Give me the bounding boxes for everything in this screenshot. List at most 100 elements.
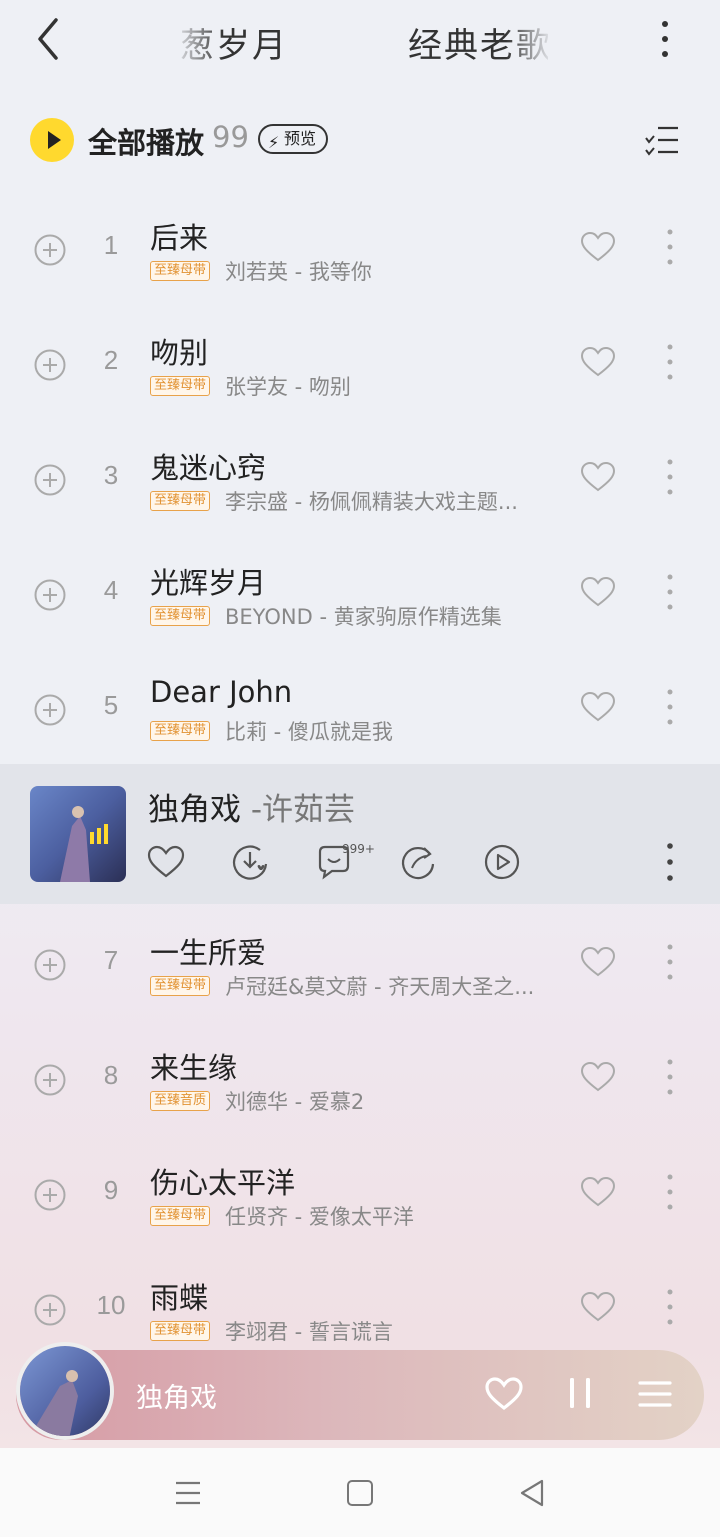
song-row[interactable]: 2 吻别 至臻母带 张学友 - 吻别 bbox=[0, 330, 720, 445]
play-all-icon[interactable] bbox=[30, 118, 74, 162]
song-row[interactable]: 4 光辉岁月 至臻母带 BEYOND - 黄家驹原作精选集 bbox=[0, 560, 720, 675]
system-back-icon[interactable] bbox=[518, 1478, 546, 1508]
preview-button[interactable]: ⚡ 预览 bbox=[258, 124, 329, 154]
now-playing-artist: -许茹芸 bbox=[250, 792, 356, 828]
tab-right[interactable]: 经典老歌 bbox=[408, 18, 548, 67]
mini-player-cover[interactable] bbox=[16, 1342, 114, 1440]
song-artist-album: 张学友 - 吻别 bbox=[225, 375, 351, 399]
now-playing-title: 独角戏 -许茹芸 bbox=[148, 784, 355, 829]
quality-badge: 至臻音质 bbox=[150, 1091, 211, 1111]
song-more-icon[interactable] bbox=[662, 1172, 678, 1212]
quality-badge: 至臻母带 bbox=[150, 376, 211, 396]
quality-badge: 至臻母带 bbox=[150, 1206, 211, 1226]
song-index: 9 bbox=[103, 1175, 119, 1205]
system-nav-bar bbox=[0, 1448, 720, 1537]
song-row[interactable]: 7 一生所爱 至臻母带 卢冠廷&莫文蔚 - 齐天周大圣之... bbox=[0, 930, 720, 1045]
download-icon[interactable] bbox=[230, 842, 270, 882]
top-bar: 葱岁月 经典老歌 bbox=[0, 0, 720, 80]
heart-icon[interactable] bbox=[580, 1291, 616, 1323]
quality-badge: 至臻母带 bbox=[150, 491, 211, 511]
song-index: 2 bbox=[103, 345, 119, 375]
song-artist-album: 任贤齐 - 爱像太平洋 bbox=[225, 1205, 414, 1229]
add-to-playlist-icon[interactable] bbox=[34, 579, 66, 611]
song-more-icon[interactable] bbox=[662, 1287, 678, 1327]
home-icon[interactable] bbox=[347, 1480, 373, 1506]
song-artist-album: 卢冠廷&莫文蔚 - 齐天周大圣之... bbox=[225, 975, 535, 999]
now-playing-more-icon[interactable] bbox=[656, 842, 684, 882]
song-more-icon[interactable] bbox=[662, 942, 678, 982]
heart-icon[interactable] bbox=[580, 1061, 616, 1093]
add-to-playlist-icon[interactable] bbox=[34, 694, 66, 726]
like-icon[interactable] bbox=[146, 842, 186, 882]
song-index: 8 bbox=[103, 1060, 119, 1090]
song-artist-album: 李翊君 - 誓言谎言 bbox=[225, 1320, 393, 1344]
comment-count: 999+ bbox=[342, 842, 375, 856]
heart-icon[interactable] bbox=[580, 946, 616, 978]
quality-badge: 至臻母带 bbox=[150, 976, 211, 996]
now-playing-song: 独角戏 bbox=[148, 792, 241, 828]
pause-icon[interactable] bbox=[566, 1376, 594, 1410]
heart-icon[interactable] bbox=[580, 231, 616, 263]
add-to-playlist-icon[interactable] bbox=[34, 1294, 66, 1326]
heart-icon[interactable] bbox=[580, 1176, 616, 1208]
add-to-playlist-icon[interactable] bbox=[34, 464, 66, 496]
song-more-icon[interactable] bbox=[662, 342, 678, 382]
song-index: 5 bbox=[103, 690, 119, 720]
video-icon[interactable] bbox=[482, 842, 522, 882]
song-title: 光辉岁月 bbox=[150, 566, 267, 600]
mini-player[interactable]: 独角戏 bbox=[16, 1342, 704, 1440]
quality-badge: 至臻母带 bbox=[150, 606, 211, 626]
back-arrow-icon[interactable] bbox=[30, 14, 70, 64]
share-icon[interactable] bbox=[398, 842, 438, 882]
song-more-icon[interactable] bbox=[662, 227, 678, 267]
song-row[interactable]: 8 来生缘 至臻音质 刘德华 - 爱慕2 bbox=[0, 1045, 720, 1160]
song-title: 伤心太平洋 bbox=[150, 1166, 296, 1200]
song-row[interactable]: 9 伤心太平洋 至臻母带 任贤齐 - 爱像太平洋 bbox=[0, 1160, 720, 1275]
song-title: Dear John bbox=[150, 675, 293, 709]
multi-select-icon[interactable] bbox=[644, 122, 680, 158]
song-title: 吻别 bbox=[150, 336, 209, 370]
album-cover[interactable] bbox=[30, 786, 126, 882]
now-playing-row[interactable]: 独角戏 -许茹芸 999+ bbox=[0, 764, 720, 904]
quality-badge: 至臻母带 bbox=[150, 261, 211, 281]
song-row[interactable]: 3 鬼迷心窍 至臻母带 李宗盛 - 杨佩佩精装大戏主题... bbox=[0, 445, 720, 560]
song-more-icon[interactable] bbox=[662, 1057, 678, 1097]
song-count: 99 bbox=[212, 120, 249, 154]
song-row[interactable]: 1 后来 至臻母带 刘若英 - 我等你 bbox=[0, 215, 720, 330]
heart-icon[interactable] bbox=[580, 691, 616, 723]
song-title: 一生所爱 bbox=[150, 936, 267, 970]
lightning-icon: ⚡ bbox=[268, 133, 280, 152]
play-all-bar: 全部播放 99 ⚡ 预览 bbox=[0, 110, 720, 170]
song-index: 10 bbox=[96, 1290, 126, 1320]
play-all-label[interactable]: 全部播放 bbox=[88, 120, 204, 162]
preview-label: 预览 bbox=[284, 129, 317, 148]
add-to-playlist-icon[interactable] bbox=[34, 949, 66, 981]
song-index: 3 bbox=[103, 460, 119, 490]
mini-heart-icon[interactable] bbox=[484, 1374, 524, 1414]
song-title: 来生缘 bbox=[150, 1051, 238, 1085]
heart-icon[interactable] bbox=[580, 346, 616, 378]
song-artist-album: 刘若英 - 我等你 bbox=[225, 260, 372, 284]
song-title: 后来 bbox=[150, 221, 209, 255]
playlist-queue-icon[interactable] bbox=[634, 1378, 674, 1410]
song-index: 4 bbox=[103, 575, 119, 605]
song-artist-album: 比莉 - 傻瓜就是我 bbox=[225, 720, 393, 744]
add-to-playlist-icon[interactable] bbox=[34, 234, 66, 266]
song-title: 鬼迷心窍 bbox=[150, 451, 267, 485]
recent-apps-icon[interactable] bbox=[174, 1480, 202, 1506]
song-more-icon[interactable] bbox=[662, 457, 678, 497]
quality-badge: 至臻母带 bbox=[150, 1321, 211, 1341]
song-more-icon[interactable] bbox=[662, 572, 678, 612]
add-to-playlist-icon[interactable] bbox=[34, 1179, 66, 1211]
quality-badge: 至臻母带 bbox=[150, 721, 211, 741]
song-artist-album: BEYOND - 黄家驹原作精选集 bbox=[225, 605, 502, 629]
more-options-icon[interactable] bbox=[650, 16, 680, 62]
add-to-playlist-icon[interactable] bbox=[34, 349, 66, 381]
tab-left[interactable]: 葱岁月 bbox=[180, 18, 288, 67]
add-to-playlist-icon[interactable] bbox=[34, 1064, 66, 1096]
heart-icon[interactable] bbox=[580, 461, 616, 493]
song-index: 1 bbox=[103, 230, 119, 260]
song-more-icon[interactable] bbox=[662, 687, 678, 727]
heart-icon[interactable] bbox=[580, 576, 616, 608]
song-artist-album: 刘德华 - 爱慕2 bbox=[225, 1090, 365, 1114]
